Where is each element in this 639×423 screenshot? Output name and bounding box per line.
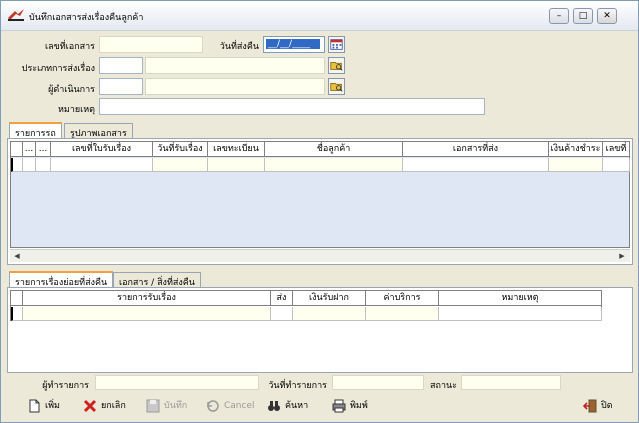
new-document-icon (29, 399, 40, 412)
grid-header-remark[interactable]: หมายเหตุ (439, 291, 602, 306)
binoculars-icon (268, 400, 280, 411)
save-button[interactable]: บันทึก (146, 397, 187, 415)
grid-header-item[interactable]: รายการรับเรื่อง (23, 291, 271, 306)
subitems-panel: รายการรับเรื่อง ส่ง เงินรับฝาก ค่าบริการ… (7, 287, 633, 373)
grid-cell[interactable] (23, 158, 36, 172)
grid-cell[interactable] (208, 158, 265, 172)
return-date-value: __/__/____ (266, 39, 321, 49)
grid-header-indicator (11, 142, 23, 157)
grid-header-number[interactable]: เลขที่ (603, 142, 630, 157)
save-button-label: บันทึก (164, 401, 188, 411)
subitems-grid[interactable]: รายการรับเรื่อง ส่ง เงินรับฝาก ค่าบริการ… (10, 290, 602, 321)
return-date-label: วันที่ส่งคืน (219, 42, 259, 52)
grid-cell[interactable] (403, 158, 549, 172)
grid-cell[interactable] (271, 307, 293, 321)
doc-no-field[interactable] (99, 36, 203, 53)
printer-icon (332, 399, 346, 412)
recorder-label: ผู้ทำรายการ (42, 381, 89, 391)
vehicle-list-panel: ... ... เลขที่ใบรับเรื่อง วันที่รับเรื่อ… (7, 138, 633, 265)
calendar-icon[interactable] (328, 36, 345, 53)
grid-header-col1[interactable]: ... (23, 142, 36, 157)
grid-header-col2[interactable]: ... (36, 142, 51, 157)
grid-header-deposit[interactable]: เงินรับฝาก (293, 291, 366, 306)
grid-cell[interactable] (549, 158, 603, 172)
tab-returned-documents[interactable]: เอกสาร / สิ่งที่ส่งคืน (113, 272, 201, 288)
tab-document-images[interactable]: รูปภาพเอกสาร (64, 123, 133, 139)
main-window: บันทึกเอกสารส่งเรื่องคืนลูกค้า – □ ✕ เลข… (0, 0, 639, 423)
grid-row-indicator (11, 307, 23, 321)
send-type-label: ประเภทการส่งเรื่อง (21, 64, 95, 74)
save-disk-icon (146, 399, 160, 412)
grid-cell[interactable] (36, 158, 51, 172)
search-button[interactable]: ค้นหา (267, 397, 308, 415)
window-title: บันทึกเอกสารส่งเรื่องคืนลูกค้า (29, 13, 144, 23)
tab-returned-subitems[interactable]: รายการเรื่องย่อยที่ส่งคืน (9, 271, 114, 288)
record-date-label: วันที่ทำรายการ (268, 381, 327, 391)
grid-header-indicator (11, 291, 23, 306)
send-type-name-field[interactable] (145, 57, 325, 74)
status-label: สถานะ (430, 381, 457, 391)
grid-header-customer[interactable]: ชื่อลูกค้า (265, 142, 403, 157)
close-button-label: ปิด (601, 401, 613, 411)
status-field (461, 375, 561, 390)
vehicle-grid-scrollbar[interactable]: ◀ ▶ (10, 249, 630, 262)
grid-header-plate-no[interactable]: เลขทะเบียน (208, 142, 265, 157)
operator-label: ผู้ดำเนินการ (48, 85, 95, 95)
title-bar: บันทึกเอกสารส่งเรื่องคืนลูกค้า – □ ✕ (1, 1, 638, 31)
cancel-record-label: ยกเลิก (101, 401, 126, 411)
tab-vehicle-list[interactable]: รายการรถ (9, 122, 62, 139)
red-x-icon (83, 399, 97, 412)
send-type-code-field[interactable] (99, 57, 143, 74)
cancel-button[interactable]: Cancel (206, 397, 255, 415)
grid-row-indicator (11, 158, 23, 172)
grid-header-receipt-date[interactable]: วันที่รับเรื่อง (153, 142, 208, 157)
remark-field[interactable] (99, 98, 485, 115)
doc-no-label: เลขที่เอกสาร (45, 42, 95, 52)
grid-header-send[interactable]: ส่ง (271, 291, 293, 306)
app-logo-icon (8, 9, 24, 21)
add-button[interactable]: เพิ่ม (27, 397, 60, 415)
undo-icon (207, 399, 219, 412)
grid-cell[interactable] (366, 307, 439, 321)
lookup-folder-icon[interactable] (328, 57, 345, 74)
grid-cell[interactable] (265, 158, 403, 172)
operator-code-field[interactable] (99, 78, 143, 95)
recorder-field (95, 375, 259, 390)
grid-header-sent-docs[interactable]: เอกสารที่ส่ง (403, 142, 549, 157)
grid-cell[interactable] (51, 158, 153, 172)
grid-header-receipt-no[interactable]: เลขที่ใบรับเรื่อง (51, 142, 153, 157)
maximize-button[interactable]: □ (573, 8, 593, 24)
scroll-left-icon[interactable]: ◀ (11, 251, 23, 262)
record-date-field (332, 375, 424, 390)
scroll-right-icon[interactable]: ▶ (616, 251, 628, 262)
grid-cell[interactable] (603, 158, 630, 172)
grid-cell[interactable] (153, 158, 208, 172)
add-button-label: เพิ่ม (45, 401, 60, 411)
close-button[interactable]: ปิด (583, 397, 613, 415)
search-button-label: ค้นหา (285, 401, 309, 411)
operator-name-field[interactable] (145, 78, 325, 95)
minimize-button[interactable]: – (549, 8, 569, 24)
grid-cell[interactable] (23, 307, 271, 321)
grid-header-service-fee[interactable]: ค่าบริการ (366, 291, 439, 306)
grid-cell[interactable] (439, 307, 602, 321)
cancel-button-label: Cancel (224, 401, 255, 411)
return-date-field[interactable]: __/__/____ (263, 36, 325, 53)
vehicle-grid[interactable]: ... ... เลขที่ใบรับเรื่อง วันที่รับเรื่อ… (10, 141, 630, 248)
print-button[interactable]: พิมพ์ (332, 397, 368, 415)
lookup-folder-icon[interactable] (328, 78, 345, 95)
print-button-label: พิมพ์ (350, 401, 368, 411)
close-window-button[interactable]: ✕ (597, 8, 617, 24)
remark-label: หมายเหตุ (57, 105, 95, 115)
grid-header-outstanding[interactable]: เงินค้างชำระ (549, 142, 603, 157)
grid-cell[interactable] (293, 307, 366, 321)
cancel-record-button[interactable]: ยกเลิก (83, 397, 126, 415)
exit-door-icon (583, 399, 597, 412)
